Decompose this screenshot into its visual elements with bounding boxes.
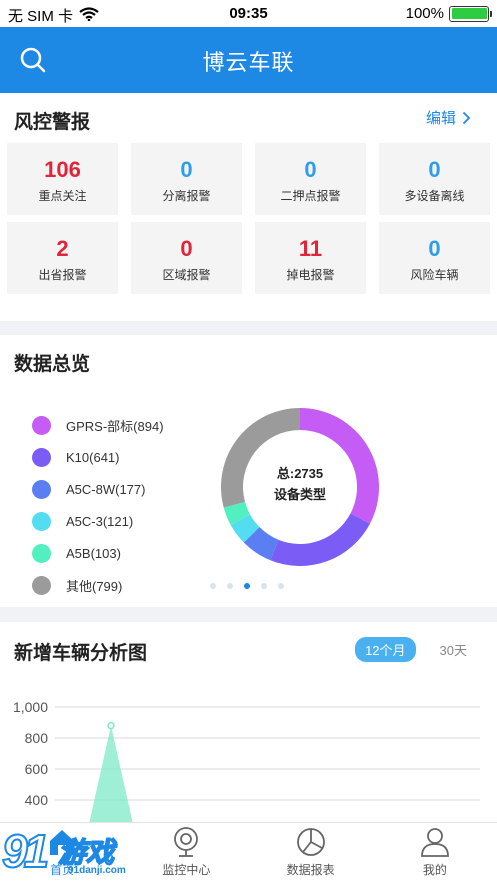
legend-swatch [32,415,51,435]
app-title: 博云车联 [202,50,295,75]
tab-reports-label: 数据报表 [286,863,335,877]
alert-count: 0 [180,157,193,182]
alert-count: 0 [180,236,193,261]
legend-item[interactable]: A5C-3(121) [32,505,164,537]
donut-slice[interactable] [270,513,370,566]
legend-label: 其他(799) [66,578,123,594]
overview-section-title: 数据总览 [14,354,91,375]
alert-label: 分离报警 [162,189,211,203]
donut-caption: 设备类型 [273,487,326,502]
device-type-legend: GPRS-部标(894) K10(641) A5C-8W(177) A5C-3(121… [32,409,164,601]
tab-30-days[interactable]: 30天 [430,637,477,662]
y-tick-label: 400 [25,792,49,808]
alert-count: 2 [56,236,69,261]
alert-count: 11 [298,236,323,261]
period-tabs: 12个月 30天 [355,637,477,662]
alert-count: 0 [304,157,317,182]
legend-label: K10(641) [66,449,120,465]
risk-section-title: 风控警报 [14,112,91,133]
alert-label: 出省报警 [38,268,87,282]
edit-label: 编辑 [425,110,456,127]
legend-swatch [32,575,51,595]
alert-card[interactable]: 0 二押点报警 [255,143,366,215]
chevron-right-icon [462,111,471,124]
legend-swatch [32,543,51,563]
data-overview-section: 数据总览 GPRS-部标(894) K10(641) A5C-8W(177) A5C-… [0,335,497,607]
legend-label: A5C-8W(177) [66,481,146,497]
alert-card[interactable]: 0 区域报警 [131,222,242,294]
new-vehicle-chart-title: 新增车辆分析图 [14,643,148,664]
tab-mine-label: 我的 [422,863,447,877]
app-header: 博云车联 [0,27,497,93]
edit-button[interactable]: 编辑 [426,107,471,128]
legend-swatch [32,447,51,467]
legend-label: A5C-3(121) [66,513,134,529]
alert-label: 风险车辆 [410,268,459,282]
carousel-pager[interactable] [210,583,284,589]
pager-dot[interactable] [227,583,233,589]
legend-item[interactable]: A5B(103) [32,537,164,569]
alert-count: 0 [428,157,441,182]
donut-total: 总:2735 [276,466,324,481]
legend-swatch [32,479,51,499]
alert-card[interactable]: 106 重点关注 [7,143,118,215]
legend-item[interactable]: A5C-8W(177) [32,473,164,505]
alert-card[interactable]: 0 风险车辆 [379,222,490,294]
pager-dot[interactable] [244,583,250,589]
legend-item[interactable]: K10(641) [32,441,164,473]
watermark-site: 91danji.com [68,865,126,876]
new-vehicle-area-chart: 1,000 800 600 400 [13,699,480,822]
battery-percent: 100% [405,5,444,22]
alert-label: 重点关注 [38,189,87,203]
alert-label: 区域报警 [162,268,211,282]
alert-card[interactable]: 0 多设备离线 [379,143,490,215]
y-tick-label: 800 [25,730,49,746]
pager-dot[interactable] [278,583,284,589]
watermark-brand: 91 [1,824,50,878]
legend-item[interactable]: 其他(799) [32,569,164,601]
alert-card[interactable]: 11 掉电报警 [255,222,366,294]
user-icon [420,828,449,857]
tab-mine[interactable]: 我的 [373,823,497,883]
alert-count: 106 [44,157,81,182]
camera-icon [174,827,199,857]
donut-center-label: 总:2735 设备类型 [220,463,380,505]
alert-card[interactable]: 0 分离报警 [131,143,242,215]
y-tick-label: 1,000 [13,699,48,715]
alert-card-grid: 106 重点关注 0 分离报警 0 二押点报警 0 多设备离线 2 出省报警 0 区域报警 11 掉电报警… [7,143,490,294]
alert-label: 多设备离线 [404,189,465,203]
tab-12-months[interactable]: 12个月 [355,637,416,662]
new-vehicle-section: 新增车辆分析图 12个月 30天 1,000 800 600 400 [0,622,497,822]
area-series [89,725,133,822]
legend-item[interactable]: GPRS-部标(894) [32,409,164,441]
alert-label: 二押点报警 [280,189,341,203]
status-bar: 无 SIM 卡 09:35 100% [0,0,497,27]
risk-alerts-section: 风控警报 编辑 106 重点关注 0 分离报警 0 二押点报警 0 多设备离线 2 出省报警 0 区域… [0,93,497,321]
pager-dot[interactable] [210,583,216,589]
legend-label: GPRS-部标(894) [66,418,164,434]
legend-label: A5B(103) [66,545,121,561]
battery-icon [449,5,492,22]
watermark-logo: 91 游戏 91danji.com [0,824,150,883]
tab-reports[interactable]: 数据报表 [249,823,373,883]
pie-chart-icon [296,828,325,856]
pager-dot[interactable] [261,583,267,589]
alert-card[interactable]: 2 出省报警 [7,222,118,294]
legend-swatch [32,511,51,531]
y-tick-label: 600 [25,761,49,777]
data-point[interactable] [107,721,115,730]
alert-count: 0 [428,236,441,261]
alert-label: 掉电报警 [286,268,335,282]
